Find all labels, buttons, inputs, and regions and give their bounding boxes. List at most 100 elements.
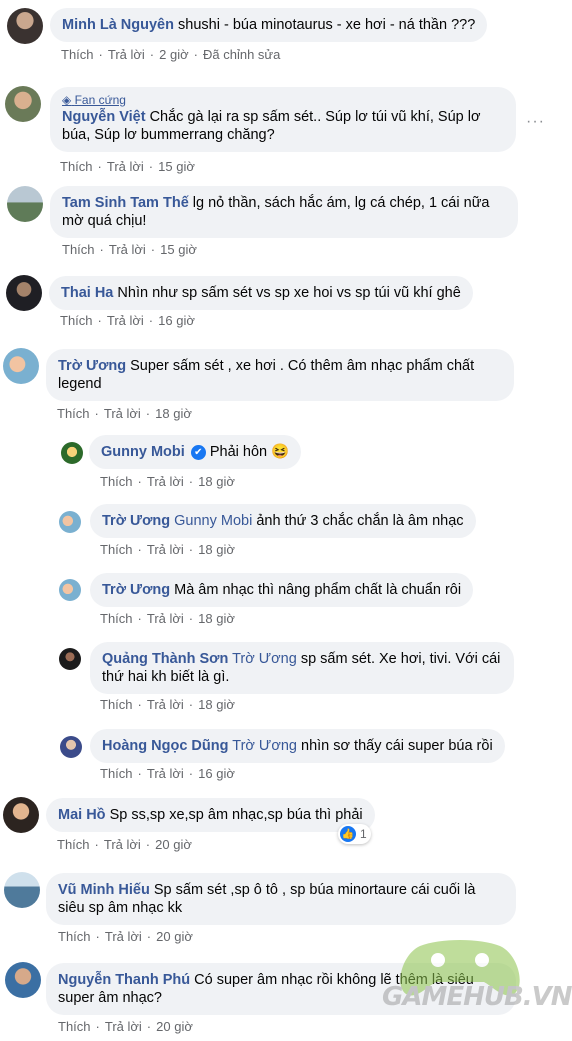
comment-bubble: Trờ Ương Gunny Mobi ảnh thứ 3 chắc chắn … — [90, 504, 476, 538]
timestamp[interactable]: 2 giờ — [159, 47, 189, 62]
timestamp[interactable]: 20 giờ — [155, 837, 192, 852]
verified-icon: ✔ — [190, 445, 206, 460]
like-link[interactable]: Thích — [57, 406, 90, 421]
reply-link[interactable]: Trả lời — [147, 474, 184, 489]
comment-actions: Thích · Trả lời · 20 giờ — [58, 929, 193, 944]
reply-link[interactable]: Trả lời — [147, 766, 184, 781]
reply-link[interactable]: Trả lời — [147, 697, 184, 712]
avatar[interactable] — [4, 872, 40, 908]
author-name[interactable]: Mai Hồ — [58, 807, 106, 823]
author-name[interactable]: Trờ Ương — [102, 582, 170, 598]
comment-text: Phải hôn 😆 — [209, 444, 290, 460]
author-name[interactable]: Nguyễn Việt — [62, 109, 146, 125]
avatar[interactable] — [5, 962, 41, 998]
reply-link[interactable]: Trả lời — [109, 242, 146, 257]
timestamp[interactable]: 16 giờ — [158, 313, 195, 328]
reply-link[interactable]: Trả lời — [104, 406, 141, 421]
fan-badge[interactable]: ◈ Fan cứng — [62, 93, 504, 107]
comment-bubble: ◈ Fan cứng Nguyễn Việt Chắc gà lại ra sp… — [50, 87, 516, 152]
timestamp[interactable]: 20 giờ — [156, 1019, 193, 1034]
avatar[interactable] — [59, 648, 81, 670]
timestamp[interactable]: 15 giờ — [160, 242, 197, 257]
timestamp[interactable]: 18 giờ — [155, 406, 192, 421]
edited-label[interactable]: Đã chỉnh sửa — [203, 47, 280, 62]
tagged-user[interactable]: Trờ Ương — [232, 738, 297, 754]
timestamp[interactable]: 18 giờ — [198, 474, 235, 489]
avatar[interactable] — [7, 8, 43, 44]
comment-text: Mà âm nhạc thì nâng phẩm chất là chuẩn r… — [174, 582, 462, 598]
comment-actions: Thích · Trả lời · 16 giờ — [100, 766, 235, 781]
comment-actions: Thích · Trả lời · 18 giờ — [100, 697, 235, 712]
avatar[interactable] — [3, 348, 39, 384]
avatar[interactable] — [7, 186, 43, 222]
timestamp[interactable]: 20 giờ — [156, 929, 193, 944]
like-link[interactable]: Thích — [100, 474, 133, 489]
reply-link[interactable]: Trả lời — [107, 313, 144, 328]
author-name[interactable]: Gunny Mobi — [101, 444, 185, 460]
like-link[interactable]: Thích — [60, 159, 93, 174]
comment-actions: Thích · Trả lời · 15 giờ — [62, 242, 197, 257]
avatar[interactable] — [5, 86, 41, 122]
author-name[interactable]: Hoàng Ngọc Dũng — [102, 738, 228, 754]
like-link[interactable]: Thích — [61, 47, 94, 62]
like-link[interactable]: Thích — [58, 1019, 91, 1034]
timestamp[interactable]: 18 giờ — [198, 542, 235, 557]
reply-link[interactable]: Trả lời — [147, 611, 184, 626]
author-name[interactable]: Minh Là Nguyên — [62, 17, 174, 33]
comment-text: ảnh thứ 3 chắc chắn là âm nhạc — [256, 513, 464, 529]
like-link[interactable]: Thích — [100, 542, 133, 557]
like-link[interactable]: Thích — [62, 242, 95, 257]
avatar[interactable] — [61, 442, 83, 464]
like-link[interactable]: Thích — [60, 313, 93, 328]
like-link[interactable]: Thích — [100, 697, 133, 712]
watermark-text: GAMEHUB.VN — [382, 982, 572, 1012]
comment-actions: Thích · Trả lời · 18 giờ — [100, 611, 235, 626]
author-name[interactable]: Quảng Thành Sơn — [102, 651, 228, 667]
like-link[interactable]: Thích — [100, 766, 133, 781]
author-name[interactable]: Trờ Ương — [58, 358, 126, 374]
comment-actions: Thích · Trả lời · 15 giờ — [60, 159, 195, 174]
reply-link[interactable]: Trả lời — [105, 929, 142, 944]
reply-link[interactable]: Trả lời — [147, 542, 184, 557]
reply-link[interactable]: Trả lời — [108, 47, 145, 62]
reply-link[interactable]: Trả lời — [105, 1019, 142, 1034]
like-link[interactable]: Thích — [100, 611, 133, 626]
comment-actions: Thích · Trả lời · 20 giờ — [58, 1019, 193, 1034]
comment-actions: Thích · Trả lời · 2 giờ · Đã chỉnh sửa — [61, 47, 281, 62]
reaction-count[interactable]: 👍 1 — [338, 824, 371, 844]
more-options-icon[interactable]: ··· — [526, 113, 545, 131]
comment-bubble: Minh Là Nguyên shushi - búa minotaurus -… — [50, 8, 488, 42]
comment-bubble: Tam Sinh Tam Thế lg nỏ thần, sách hắc ám… — [50, 186, 518, 238]
comment-actions: Thích · Trả lời · 20 giờ — [57, 837, 192, 852]
timestamp[interactable]: 18 giờ — [198, 697, 235, 712]
like-link[interactable]: Thích — [58, 929, 91, 944]
avatar[interactable] — [59, 579, 81, 601]
like-link[interactable]: Thích — [57, 837, 90, 852]
avatar[interactable] — [60, 736, 82, 758]
reply-link[interactable]: Trả lời — [107, 159, 144, 174]
comment-bubble: Mai Hồ Sp ss,sp xe,sp âm nhạc,sp búa thì… — [46, 798, 375, 832]
author-name[interactable]: Nguyễn Thanh Phú — [58, 972, 190, 988]
comment-bubble: Thai Ha Nhìn như sp sấm sét vs sp xe hoi… — [49, 276, 473, 310]
comment-text: shushi - búa minotaurus - xe hơi - ná th… — [178, 17, 476, 33]
timestamp[interactable]: 16 giờ — [198, 766, 235, 781]
comment-bubble: Hoàng Ngọc Dũng Trờ Ương nhìn sơ thấy cá… — [90, 729, 505, 763]
comment-actions: Thích · Trả lời · 18 giờ — [57, 406, 192, 421]
reply-link[interactable]: Trả lời — [104, 837, 141, 852]
timestamp[interactable]: 18 giờ — [198, 611, 235, 626]
comment-text: nhìn sơ thấy cái super búa rồi — [301, 738, 493, 754]
author-name[interactable]: Trờ Ương — [102, 513, 170, 529]
timestamp[interactable]: 15 giờ — [158, 159, 195, 174]
avatar[interactable] — [3, 797, 39, 833]
comment-actions: Thích · Trả lời · 18 giờ — [100, 474, 235, 489]
tagged-user[interactable]: Trờ Ương — [232, 651, 297, 667]
author-name[interactable]: Thai Ha — [61, 285, 113, 301]
tagged-user[interactable]: Gunny Mobi — [174, 513, 252, 529]
avatar[interactable] — [59, 511, 81, 533]
author-name[interactable]: Tam Sinh Tam Thế — [62, 195, 189, 211]
avatar[interactable] — [6, 275, 42, 311]
author-name[interactable]: Vũ Minh Hiếu — [58, 882, 150, 898]
comment-actions: Thích · Trả lời · 16 giờ — [60, 313, 195, 328]
comment-text: Nhìn như sp sấm sét vs sp xe hoi vs sp t… — [117, 285, 461, 301]
diamond-icon: ◈ — [62, 93, 72, 107]
